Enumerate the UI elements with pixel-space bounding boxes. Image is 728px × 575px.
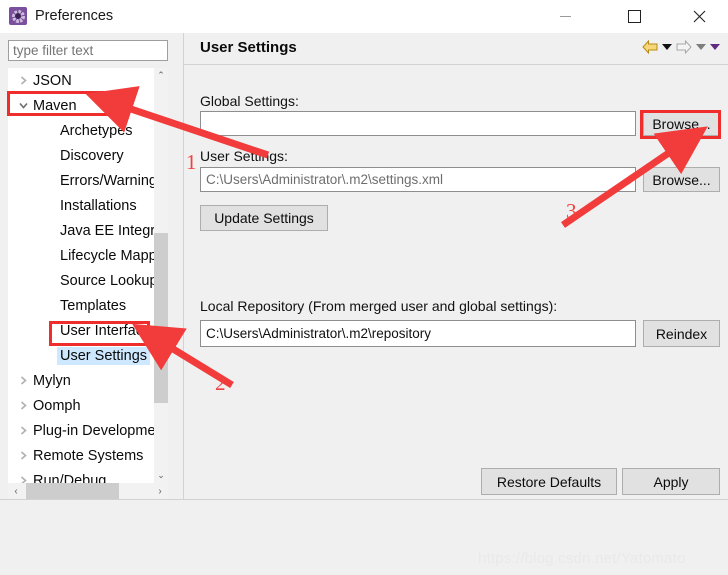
sidebar-item-label: JSON [33, 72, 72, 89]
sidebar-item-errors-warnings[interactable]: Errors/Warnings [8, 168, 156, 193]
preference-tree[interactable]: JSON Maven Archetypes Discovery Errors/Warni… [8, 68, 168, 483]
user-settings-label: User Settings: [200, 148, 288, 164]
reindex-button[interactable]: Reindex [643, 320, 720, 347]
sidebar-item-oomph[interactable]: Oomph [8, 393, 156, 418]
window-title: Preferences [35, 8, 114, 24]
sidebar-item-installations[interactable]: Installations [8, 193, 156, 218]
sidebar-item-plug-in-development[interactable]: Plug-in Development [8, 418, 156, 443]
sidebar-item-label: Mylyn [33, 372, 71, 389]
sidebar-item-label: Oomph [33, 397, 81, 414]
sidebar-item-remote-systems[interactable]: Remote Systems [8, 443, 156, 468]
sidebar-item-java-ee-integration[interactable]: Java EE Integration [8, 218, 156, 243]
sidebar-item-label: Run/Debug [33, 472, 107, 484]
chevron-down-icon[interactable] [17, 101, 29, 110]
sidebar-item-user-interface[interactable]: User Interface [8, 318, 156, 343]
maximize-icon[interactable] [611, 0, 657, 32]
gear-icon [9, 7, 27, 25]
sidebar-item-label: User Interface [60, 322, 152, 339]
chevron-right-icon[interactable] [17, 451, 29, 460]
sidebar-item-json[interactable]: JSON [8, 68, 156, 93]
sidebar-item-label: Plug-in Development [33, 422, 156, 439]
scroll-up-icon[interactable]: ⌃ [154, 68, 168, 83]
annotation-number-1: 1 [186, 150, 197, 174]
tree-vertical-scroll-thumb[interactable] [154, 233, 168, 403]
sidebar-item-templates[interactable]: Templates [8, 293, 156, 318]
sidebar-item-label: Archetypes [60, 122, 133, 139]
chevron-right-icon[interactable] [17, 401, 29, 410]
user-settings-browse-button[interactable]: Browse... [643, 167, 720, 192]
sidebar-item-label: Discovery [60, 147, 124, 164]
sidebar-item-maven[interactable]: Maven [8, 93, 156, 118]
sidebar-item-label: Installations [60, 197, 137, 214]
global-settings-browse-button[interactable]: Browse... [643, 111, 720, 136]
global-settings-label: Global Settings: [200, 93, 299, 109]
forward-menu-chevron-down-icon[interactable] [696, 44, 706, 50]
sidebar-item-label: User Settings [57, 346, 151, 365]
tree-horizontal-scrollbar[interactable]: ‹ › [8, 483, 168, 499]
user-settings-field[interactable]: C:\Users\Administrator\.m2\settings.xml [200, 167, 636, 192]
annotation-number-3: 3 [566, 199, 577, 223]
restore-defaults-button[interactable]: Restore Defaults [481, 468, 617, 495]
forward-arrow-icon [676, 40, 692, 54]
chevron-right-icon[interactable] [17, 476, 29, 483]
sidebar-item-label: Lifecycle Mappings [60, 247, 156, 264]
update-settings-button[interactable]: Update Settings [200, 205, 328, 231]
back-arrow-icon[interactable] [642, 40, 658, 54]
page-title: User Settings [200, 39, 297, 56]
tree-vertical-scrollbar[interactable]: ⌃ ⌄ [154, 68, 168, 483]
preference-tree-list[interactable]: JSON Maven Archetypes Discovery Errors/Warni… [8, 68, 156, 483]
tree-horizontal-scroll-thumb[interactable] [26, 483, 119, 499]
scroll-down-icon[interactable]: ⌄ [154, 468, 168, 483]
view-menu-chevron-down-icon[interactable] [710, 44, 720, 50]
sidebar-item-label: Remote Systems [33, 447, 144, 464]
scroll-right-icon[interactable]: › [152, 483, 168, 499]
sidebar-item-run-debug[interactable]: Run/Debug [8, 468, 156, 483]
sidebar-item-discovery[interactable]: Discovery [8, 143, 156, 168]
scroll-left-icon[interactable]: ‹ [8, 483, 24, 499]
sidebar-item-label: Java EE Integration [60, 222, 156, 239]
chevron-right-icon[interactable] [17, 426, 29, 435]
pane-header: User Settings [184, 33, 728, 65]
close-icon[interactable] [676, 0, 722, 32]
global-settings-field[interactable] [200, 111, 636, 136]
settings-pane: User Settings Global Settings: Browse...… [183, 33, 728, 499]
sidebar-item-label: Maven [33, 97, 77, 114]
sidebar-item-label: Templates [60, 297, 127, 314]
sidebar-item-lifecycle-mappings[interactable]: Lifecycle Mappings [8, 243, 156, 268]
back-menu-chevron-down-icon[interactable] [662, 44, 672, 50]
sidebar-item-mylyn[interactable]: Mylyn [8, 368, 156, 393]
sidebar-item-label: Source Lookup [60, 272, 156, 289]
local-repository-label: Local Repository (From merged user and g… [200, 298, 558, 314]
footer-bar: ? Apply and Close Cancel [0, 500, 728, 575]
preferences-dialog: Preferences JSON Maven Archetypes Discovery… [0, 0, 728, 575]
chevron-right-icon[interactable] [17, 376, 29, 385]
sidebar-item-archetypes[interactable]: Archetypes [8, 118, 156, 143]
chevron-right-icon[interactable] [17, 76, 29, 85]
title-bar: Preferences [0, 0, 728, 33]
local-repository-field[interactable]: C:\Users\Administrator\.m2\repository [200, 320, 636, 347]
sidebar-item-label: Errors/Warnings [60, 172, 156, 189]
navigation-toolbar [642, 40, 720, 54]
minimize-icon[interactable] [542, 0, 588, 32]
search-input[interactable] [8, 40, 168, 61]
apply-button[interactable]: Apply [622, 468, 720, 495]
sidebar-item-user-settings[interactable]: User Settings [8, 343, 156, 368]
sidebar-item-source-lookup[interactable]: Source Lookup [8, 268, 156, 293]
annotation-number-2: 2 [215, 371, 226, 395]
